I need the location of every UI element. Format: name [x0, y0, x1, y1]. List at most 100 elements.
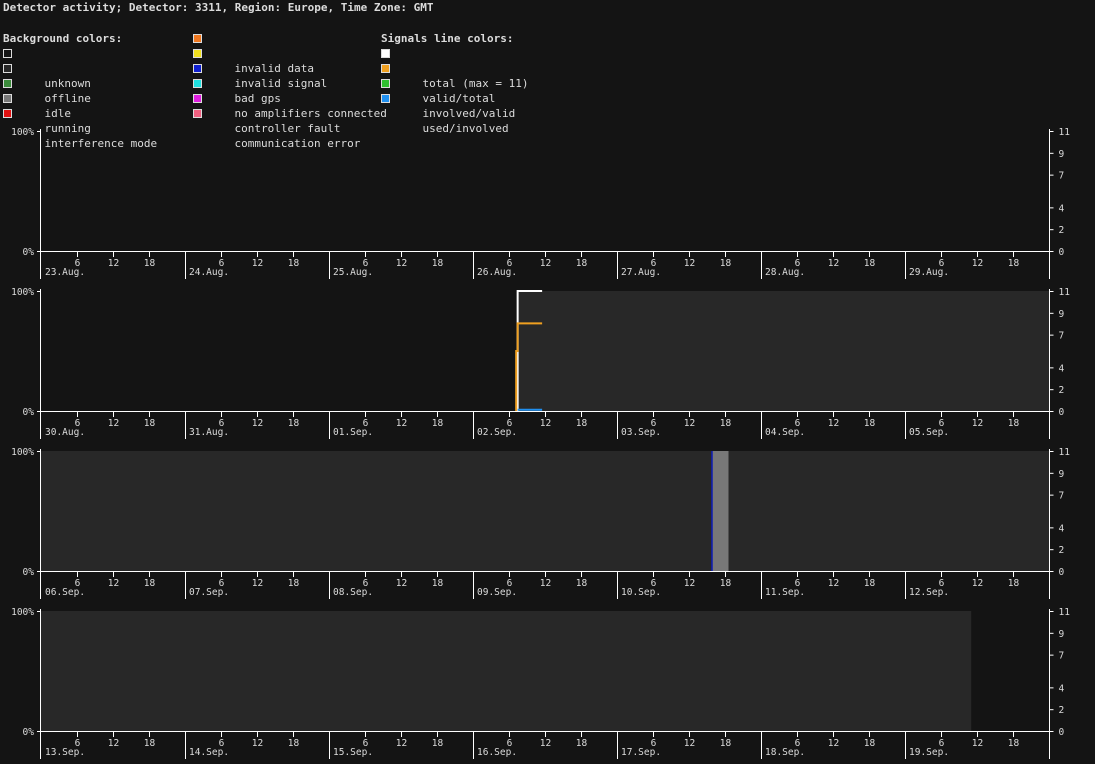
y-right-tick-label: 9: [1059, 629, 1065, 640]
x-hour-label: 6: [795, 578, 801, 589]
y-right-tick-label: 7: [1059, 651, 1065, 662]
x-hour-label: 12: [540, 258, 551, 269]
x-hour-label: 18: [432, 258, 444, 269]
x-hour-label: 6: [75, 418, 81, 429]
y-right-tick-label: 0: [1059, 727, 1065, 738]
x-hour-label: 6: [795, 738, 801, 749]
x-hour-label: 18: [864, 738, 876, 749]
y-left-tick-label: 100%: [11, 287, 34, 298]
y-right-tick-label: 9: [1059, 469, 1065, 480]
x-hour-label: 18: [576, 258, 588, 269]
x-hour-label: 12: [108, 578, 119, 589]
y-left-tick-label: 0%: [23, 247, 35, 258]
x-hour-label: 6: [75, 578, 81, 589]
y-left-tick-label: 100%: [11, 127, 34, 138]
x-hour-label: 12: [828, 258, 839, 269]
x-hour-label: 18: [864, 578, 876, 589]
y-right-tick-label: 0: [1059, 407, 1065, 418]
y-right-tick-label: 7: [1059, 331, 1065, 342]
x-hour-label: 18: [720, 418, 732, 429]
x-hour-label: 6: [507, 578, 513, 589]
x-hour-label: 12: [396, 738, 407, 749]
x-hour-label: 6: [219, 418, 225, 429]
x-hour-label: 12: [684, 258, 695, 269]
state-segment-offline: [728, 451, 1049, 571]
x-hour-label: 6: [651, 258, 657, 269]
y-right-tick-label: 7: [1059, 491, 1065, 502]
x-hour-label: 12: [972, 418, 983, 429]
x-hour-label: 18: [144, 578, 156, 589]
x-hour-label: 6: [219, 258, 225, 269]
x-hour-label: 6: [363, 578, 369, 589]
x-hour-label: 6: [795, 418, 801, 429]
x-hour-label: 12: [252, 578, 263, 589]
x-hour-label: 6: [939, 738, 945, 749]
x-hour-label: 12: [540, 418, 551, 429]
y-right-tick-label: 11: [1059, 287, 1071, 298]
state-segment-bad-gps: [711, 451, 713, 571]
y-right-tick-label: 9: [1059, 309, 1065, 320]
y-right-tick-label: 0: [1059, 567, 1065, 578]
x-hour-label: 18: [288, 738, 300, 749]
y-left-tick-label: 0%: [23, 407, 35, 418]
x-hour-label: 18: [432, 738, 444, 749]
state-segment-offline: [517, 291, 1049, 411]
x-hour-label: 12: [684, 418, 695, 429]
x-hour-label: 12: [828, 738, 839, 749]
y-left-tick-label: 0%: [23, 727, 35, 738]
x-hour-label: 12: [540, 578, 551, 589]
x-hour-label: 6: [363, 738, 369, 749]
x-hour-label: 6: [363, 258, 369, 269]
x-hour-label: 18: [432, 578, 444, 589]
x-hour-label: 6: [75, 738, 81, 749]
x-hour-label: 12: [252, 258, 263, 269]
x-hour-label: 12: [972, 258, 983, 269]
x-hour-label: 18: [576, 578, 588, 589]
detector-activity-chart: 100%0%119742023.Aug.6 12 1824.Aug.6 12 1825.…: [11, 127, 1071, 759]
x-hour-label: 18: [432, 418, 444, 429]
y-right-tick-label: 4: [1059, 523, 1065, 534]
x-hour-label: 6: [219, 738, 225, 749]
x-hour-label: 18: [1008, 418, 1020, 429]
x-hour-label: 6: [939, 578, 945, 589]
x-hour-label: 6: [795, 258, 801, 269]
x-hour-label: 12: [396, 418, 407, 429]
x-hour-label: 6: [939, 258, 945, 269]
state-segment-running: [712, 451, 729, 571]
y-right-tick-label: 11: [1059, 447, 1071, 458]
x-hour-label: 12: [252, 738, 263, 749]
x-hour-label: 18: [864, 418, 876, 429]
x-hour-label: 6: [507, 738, 513, 749]
x-hour-label: 18: [144, 418, 156, 429]
x-hour-label: 12: [252, 418, 263, 429]
x-hour-label: 12: [828, 418, 839, 429]
x-hour-label: 18: [1008, 738, 1020, 749]
x-hour-label: 12: [108, 258, 119, 269]
x-hour-label: 6: [651, 418, 657, 429]
x-hour-label: 18: [576, 738, 588, 749]
y-right-tick-label: 2: [1059, 705, 1065, 716]
x-hour-label: 6: [75, 258, 81, 269]
y-right-tick-label: 0: [1059, 247, 1065, 258]
x-hour-label: 18: [288, 258, 300, 269]
x-hour-label: 18: [720, 738, 732, 749]
y-right-tick-label: 4: [1059, 203, 1065, 214]
x-hour-label: 18: [288, 578, 300, 589]
y-right-tick-label: 2: [1059, 385, 1065, 396]
x-hour-label: 18: [1008, 578, 1020, 589]
x-hour-label: 12: [972, 578, 983, 589]
x-hour-label: 6: [507, 258, 513, 269]
x-hour-label: 12: [108, 418, 119, 429]
x-hour-label: 18: [720, 578, 732, 589]
x-hour-label: 18: [144, 738, 156, 749]
y-right-tick-label: 2: [1059, 225, 1065, 236]
y-right-tick-label: 9: [1059, 149, 1065, 160]
x-hour-label: 6: [219, 578, 225, 589]
x-hour-label: 12: [108, 738, 119, 749]
x-hour-label: 12: [540, 738, 551, 749]
x-hour-label: 12: [396, 578, 407, 589]
x-hour-label: 6: [651, 578, 657, 589]
x-hour-label: 6: [507, 418, 513, 429]
y-right-tick-label: 4: [1059, 363, 1065, 374]
x-hour-label: 18: [720, 258, 732, 269]
